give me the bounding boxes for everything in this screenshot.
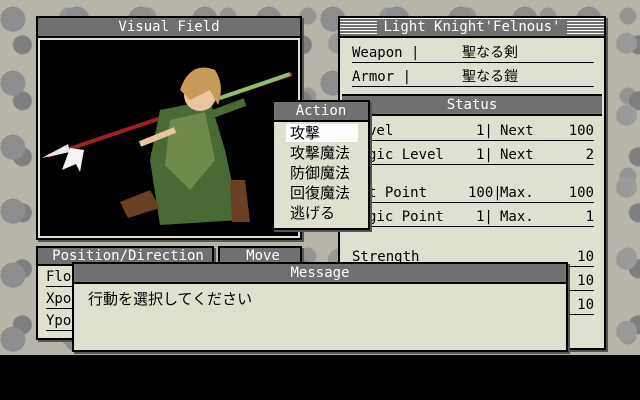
action-flee[interactable]: 逃げる	[286, 204, 358, 222]
message-text: 行動を選択してください	[88, 290, 253, 308]
action-attack-magic[interactable]: 攻撃魔法	[286, 144, 358, 162]
magic-point-max-value: 1	[585, 209, 594, 225]
weapon-value: 聖なる剣	[462, 45, 518, 61]
magic-level-row: gic Level 1| Next 2	[352, 146, 594, 165]
message-window: Message 行動を選択してください	[72, 262, 568, 352]
magic-level-label: gic Level	[368, 147, 444, 163]
level-value: 1|	[476, 123, 493, 139]
level-next-value: 100	[568, 123, 594, 139]
status-title: Status	[342, 94, 602, 116]
spear-grip	[219, 72, 291, 100]
level-label: vel	[368, 123, 394, 139]
hit-point-max-value: 100	[568, 185, 594, 201]
character-title-bar: Light Knight'Felnous'	[340, 18, 604, 38]
armor-label: Armor |	[352, 69, 412, 85]
knight-right-arm	[208, 98, 247, 119]
visual-field-panel: Visual Field	[36, 16, 302, 240]
action-defense-magic[interactable]: 防御魔法	[286, 164, 358, 182]
knight-illustration	[42, 67, 293, 225]
magic-point-row: gic Point 1| Max. 1	[352, 208, 594, 227]
magic-point-value: 1|	[476, 209, 493, 225]
action-attack[interactable]: 攻撃	[286, 124, 358, 142]
magic-level-next-value: 2	[585, 147, 594, 163]
stat-7-value: 10	[577, 297, 594, 313]
message-title: Message	[74, 264, 566, 284]
hit-point-row: t Point 100| Max. 100	[352, 184, 594, 203]
weapon-row: Weapon | 聖なる剣	[352, 44, 594, 63]
hit-point-value: 100|	[468, 185, 502, 201]
magic-level-next-label: Next	[500, 147, 534, 163]
spear-head	[42, 144, 70, 158]
character-name: Light Knight'Felnous'	[377, 19, 567, 35]
knight-right-boot	[230, 180, 250, 222]
stat-6-value: 10	[577, 273, 594, 289]
armor-value: 聖なる鎧	[462, 69, 518, 85]
knight-left-boot	[120, 190, 160, 218]
armor-row: Armor | 聖なる鎧	[352, 68, 594, 87]
magic-level-value: 1|	[476, 147, 493, 163]
action-heal-magic[interactable]: 回復魔法	[286, 184, 358, 202]
black-bottom-bar	[0, 355, 640, 400]
magic-point-max-label: Max.	[500, 209, 534, 225]
action-title: Action	[274, 102, 368, 122]
level-next-label: Next	[500, 123, 534, 139]
hit-point-max-label: Max.	[500, 185, 534, 201]
strength-value: 10	[577, 249, 594, 265]
visual-field-title: Visual Field	[38, 18, 300, 38]
action-menu: Action 攻撃 攻撃魔法 防御魔法 回復魔法 逃げる	[272, 100, 370, 230]
visual-field-view	[40, 40, 298, 236]
weapon-label: Weapon |	[352, 45, 420, 61]
level-row: vel 1| Next 100	[352, 122, 594, 141]
magic-point-label: gic Point	[368, 209, 444, 225]
hit-point-label: t Point	[368, 185, 428, 201]
